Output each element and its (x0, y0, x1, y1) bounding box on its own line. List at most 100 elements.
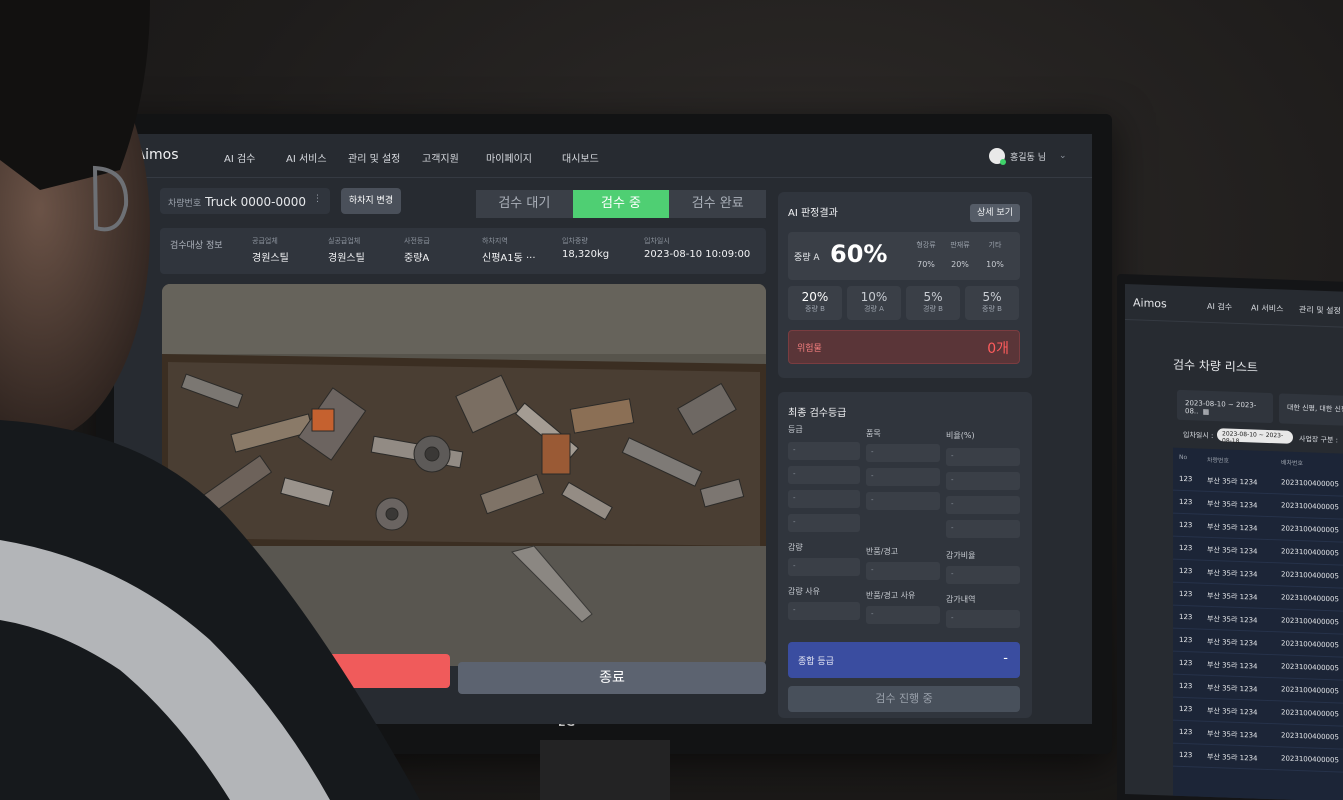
row-vehicle-number: 부산 35라 1234 (1207, 545, 1258, 556)
entry-time-label: 입차일시 : (1183, 431, 1214, 441)
hazard-label: 위험물 (797, 344, 822, 354)
hazard-value: 0개 (987, 341, 1009, 357)
info-entry-weight: 입차중량 18,320kg (562, 236, 609, 260)
app-logo[interactable]: ሊ Aimos (124, 147, 179, 163)
tab-waiting[interactable]: 검수 대기 (476, 190, 573, 218)
row-dispatch-number: 2023100400005 (1281, 593, 1339, 604)
date-range-filter[interactable]: 2023-08-10 ~ 2023-08.. ▦ (1177, 389, 1273, 424)
inspection-status-tabs: 검수 대기 검수 중 검수 완료 (476, 190, 767, 218)
logo-mark-icon: ሊ (124, 149, 133, 162)
user-menu[interactable]: 홍길동 님 ⌄ (989, 148, 1067, 165)
info-unload-area: 하차지역 신평A1동 ··· (482, 236, 536, 264)
truck-number-field[interactable]: 차량번호 Truck 0000-0000 ⋮ (160, 188, 330, 214)
info-value: 경원스틸 (252, 253, 289, 264)
company-filter[interactable]: 대한 신평, 대한 신평 (1279, 393, 1343, 427)
deduct-reason-field[interactable]: - (788, 602, 860, 620)
row-no: 123 (1179, 520, 1193, 530)
nav-management[interactable]: 관리 및 설정 (348, 150, 400, 165)
grade-field[interactable]: - (788, 514, 860, 532)
deduct-detail-label: 감가내역 (946, 595, 976, 604)
item-field[interactable]: - (866, 444, 940, 462)
col-dispatch-number: 배차번호 (1281, 459, 1304, 468)
chip-percent: 10% (860, 290, 888, 304)
main-grade-result: 중량 A 60% 형강류 70% 판재류 20% 기타 10% (788, 232, 1020, 280)
item-field[interactable]: - (866, 468, 940, 486)
tab-in-progress[interactable]: 검수 중 (572, 190, 670, 218)
more-icon[interactable]: ⋮ (313, 194, 322, 204)
total-grade: 종합 등급 - (788, 642, 1020, 678)
grade-chip: 5% 중량 B (965, 286, 1019, 320)
tab-completed[interactable]: 검수 완료 (669, 190, 767, 218)
row-no: 123 (1179, 566, 1193, 576)
row-dispatch-number: 2023100400005 (1281, 501, 1339, 512)
row-dispatch-number: 2023100400005 (1281, 478, 1339, 489)
return-warn-label: 반품/경고 (866, 547, 899, 556)
item-field[interactable]: - (866, 492, 940, 510)
chip-percent: 5% (982, 290, 1002, 304)
end-button[interactable]: 종료 (458, 662, 766, 694)
grade-chip: 20% 중량 B (788, 286, 842, 320)
nav-dashboard[interactable]: 대시보드 (562, 150, 599, 165)
grade-field[interactable]: - (788, 442, 860, 460)
grade-field[interactable]: - (788, 490, 860, 508)
info-key: 공급업체 (252, 237, 278, 245)
return-reason-field[interactable]: - (866, 606, 940, 624)
second-nav-ai-service[interactable]: AI 서비스 (1251, 302, 1283, 314)
row-vehicle-number: 부산 35라 1234 (1207, 591, 1258, 602)
row-no: 123 (1179, 704, 1193, 714)
return-warn-field[interactable]: - (866, 562, 940, 580)
second-nav-ai-inspection[interactable]: AI 검수 (1207, 301, 1232, 313)
inspection-in-progress-button[interactable]: 검수 진행 중 (788, 686, 1020, 712)
deduct-field[interactable]: - (788, 558, 860, 576)
site-type-label: 사업장 구분 : (1299, 435, 1339, 445)
row-vehicle-number: 부산 35라 1234 (1207, 522, 1258, 533)
grade-field[interactable]: - (788, 466, 860, 484)
info-pre-grade: 사전등급 중량A (404, 236, 430, 264)
info-key: 입차일시 (644, 237, 670, 245)
row-dispatch-number: 2023100400005 (1281, 639, 1339, 650)
ratio-field[interactable]: - (946, 520, 1020, 538)
row-dispatch-number: 2023100400005 (1281, 685, 1339, 696)
col-no: No (1179, 453, 1188, 462)
return-reason-label: 반품/경고 사유 (866, 591, 916, 600)
ratio-field[interactable]: - (946, 472, 1020, 490)
table-row[interactable]: 123 부산 35라 1234 2023100400005 (1173, 743, 1343, 774)
deduct-ratio-label: 감가비율 (946, 551, 976, 560)
row-no: 123 (1179, 589, 1193, 599)
pause-button[interactable]: 일시정지 (164, 654, 450, 688)
nav-support[interactable]: 고객지원 (422, 150, 459, 165)
second-nav-management[interactable]: 관리 및 설정 (1299, 304, 1341, 316)
office-scene: LG ሊAimos AI 검수 AI 서비스 관리 및 설정 고객지원 마이페이… (0, 0, 1343, 800)
row-vehicle-number: 부산 35라 1234 (1207, 614, 1258, 625)
truck-number-value: Truck 0000-0000 (205, 195, 306, 209)
chip-label: 경량 B (923, 305, 943, 313)
nav-mypage[interactable]: 마이페이지 (486, 150, 532, 165)
vehicle-table-body: 123 부산 35라 1234 2023100400005 123 부산 35라 123… (1173, 448, 1343, 774)
chip-label: 중량 B (982, 305, 1002, 313)
chip-percent: 20% (801, 290, 829, 304)
info-entry-time: 입차일시 2023-08-10 10:09:00 (644, 236, 750, 260)
info-title: 검수대상 정보 (170, 241, 223, 251)
nav-ai-service[interactable]: AI 서비스 (286, 150, 327, 165)
vehicle-table: No 차량번호 배차번호 123 부산 35라 1234 2023100400005… (1173, 447, 1343, 800)
nav-ai-inspection[interactable]: AI 검수 (224, 150, 255, 165)
monitor-stand (540, 740, 670, 800)
view-detail-button[interactable]: 상세 보기 (970, 204, 1020, 222)
ratio-field[interactable]: - (946, 448, 1020, 466)
second-app-logo[interactable]: Aimos (1133, 296, 1167, 310)
ai-result-panel: AI 판정결과 상세 보기 중량 A 60% 형강류 70% 판재류 20% 기타 1… (778, 192, 1032, 378)
change-unload-site-button[interactable]: 하차지 변경 (341, 188, 401, 214)
main-screen: ሊ Aimos AI 검수 AI 서비스 관리 및 설정 고객지원 마이페이지 대… (114, 134, 1092, 724)
row-vehicle-number: 부산 35라 1234 (1207, 568, 1258, 579)
info-key: 입차중량 (562, 237, 588, 245)
row-vehicle-number: 부산 35라 1234 (1207, 683, 1258, 694)
deduct-detail-field[interactable]: - (946, 610, 1020, 628)
ratio-field[interactable]: - (946, 496, 1020, 514)
grade-chip: 10% 경량 A (847, 286, 901, 320)
deduct-ratio-field[interactable]: - (946, 566, 1020, 584)
entry-time-pill[interactable]: 2023-08-10 ~ 2023-08-18 (1217, 428, 1293, 445)
col-vehicle-number: 차량번호 (1207, 456, 1230, 465)
date-range-value: 2023-08-10 ~ 2023-08.. (1185, 399, 1257, 416)
col-ratio: 비율(%) (946, 431, 975, 440)
chevron-down-icon: ⌄ (1058, 151, 1067, 161)
